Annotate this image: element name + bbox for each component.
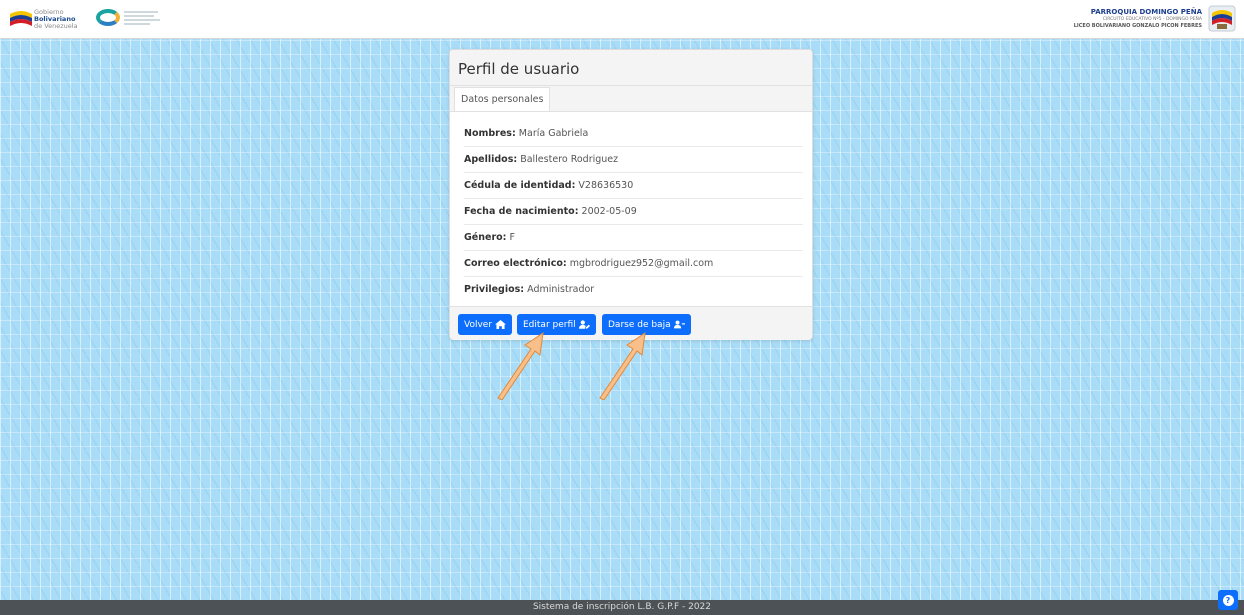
tab-bar: Datos personales bbox=[450, 86, 812, 112]
field-label: Cédula de identidad: bbox=[464, 180, 576, 191]
gobierno-line-3: de Venezuela bbox=[34, 22, 78, 30]
back-button[interactable]: Volver bbox=[458, 314, 513, 335]
tab-datos-personales[interactable]: Datos personales bbox=[454, 87, 551, 111]
parroquia-title: PARROQUIA DOMINGO PEÑA bbox=[1090, 8, 1202, 16]
edit-profile-button-label: Editar perfil bbox=[523, 319, 576, 330]
top-header: Gobierno Bolivariano de Venezuela PARROQ… bbox=[0, 0, 1244, 39]
list-item: Género: F bbox=[464, 225, 803, 251]
back-button-label: Volver bbox=[464, 319, 493, 330]
field-label: Fecha de nacimiento: bbox=[464, 206, 579, 217]
circuito-subtitle: CIRCUITO EDUCATIVO Nº5 - DOMINGO PEÑA bbox=[1102, 17, 1202, 22]
card-header: Perfil de usuario bbox=[450, 50, 812, 86]
user-minus-icon bbox=[673, 320, 685, 329]
list-item: Nombres: María Gabriela bbox=[464, 121, 803, 147]
home-icon bbox=[495, 320, 506, 329]
list-item: Correo electrónico: mgbrodriguez952@gmai… bbox=[464, 251, 803, 277]
question-circle-icon: ? bbox=[1222, 594, 1234, 606]
list-item: Cédula de identidad: V28636530 bbox=[464, 173, 803, 199]
list-item: Privilegios: Administrador bbox=[464, 277, 803, 302]
liceo-name: LICEO BOLIVARIANO GONZALO PICON FEBRES bbox=[1073, 23, 1202, 29]
field-value: mgbrodriguez952@gmail.com bbox=[569, 258, 714, 269]
ministry-text bbox=[124, 11, 164, 25]
list-item: Fecha de nacimiento: 2002-05-09 bbox=[464, 199, 803, 225]
school-emblem-icon bbox=[1208, 5, 1236, 32]
ministry-logo bbox=[96, 9, 166, 31]
ministry-ring-icon bbox=[96, 9, 120, 26]
field-value: María Gabriela bbox=[518, 128, 589, 139]
page-footer: Sistema de inscripción L.B. G.P.F - 2022 bbox=[0, 600, 1244, 615]
user-profile-card: Perfil de usuario Datos personales Nombr… bbox=[449, 49, 813, 340]
field-label: Apellidos: bbox=[464, 154, 518, 165]
personal-data-list: Nombres: María Gabriela Apellidos: Balle… bbox=[464, 121, 803, 302]
page-title: Perfil de usuario bbox=[458, 60, 580, 78]
field-label: Correo electrónico: bbox=[464, 258, 567, 269]
list-item: Apellidos: Ballestero Rodriguez bbox=[464, 147, 803, 173]
user-edit-icon bbox=[578, 320, 590, 329]
field-value: Administrador bbox=[527, 284, 595, 295]
unsubscribe-button-label: Darse de baja bbox=[608, 319, 671, 330]
field-value: 2002-05-09 bbox=[581, 206, 637, 217]
gobierno-bolivariano-logo: Gobierno Bolivariano de Venezuela bbox=[10, 9, 90, 31]
edit-profile-button[interactable]: Editar perfil bbox=[517, 314, 596, 335]
unsubscribe-button[interactable]: Darse de baja bbox=[602, 314, 691, 335]
footer-text: Sistema de inscripción L.B. G.P.F - 2022 bbox=[532, 602, 712, 612]
field-label: Nombres: bbox=[464, 128, 516, 139]
field-value: V28636530 bbox=[578, 180, 634, 191]
field-label: Privilegios: bbox=[464, 284, 525, 295]
field-value: F bbox=[509, 232, 515, 243]
field-value: Ballestero Rodriguez bbox=[520, 154, 619, 165]
venezuela-flag-icon bbox=[10, 11, 32, 26]
card-footer: Volver Editar perfil Darse de baja bbox=[450, 306, 812, 340]
parroquia-info: PARROQUIA DOMINGO PEÑA CIRCUITO EDUCATIV… bbox=[1067, 9, 1202, 30]
help-button[interactable]: ? bbox=[1218, 590, 1238, 610]
field-label: Género: bbox=[464, 232, 507, 243]
